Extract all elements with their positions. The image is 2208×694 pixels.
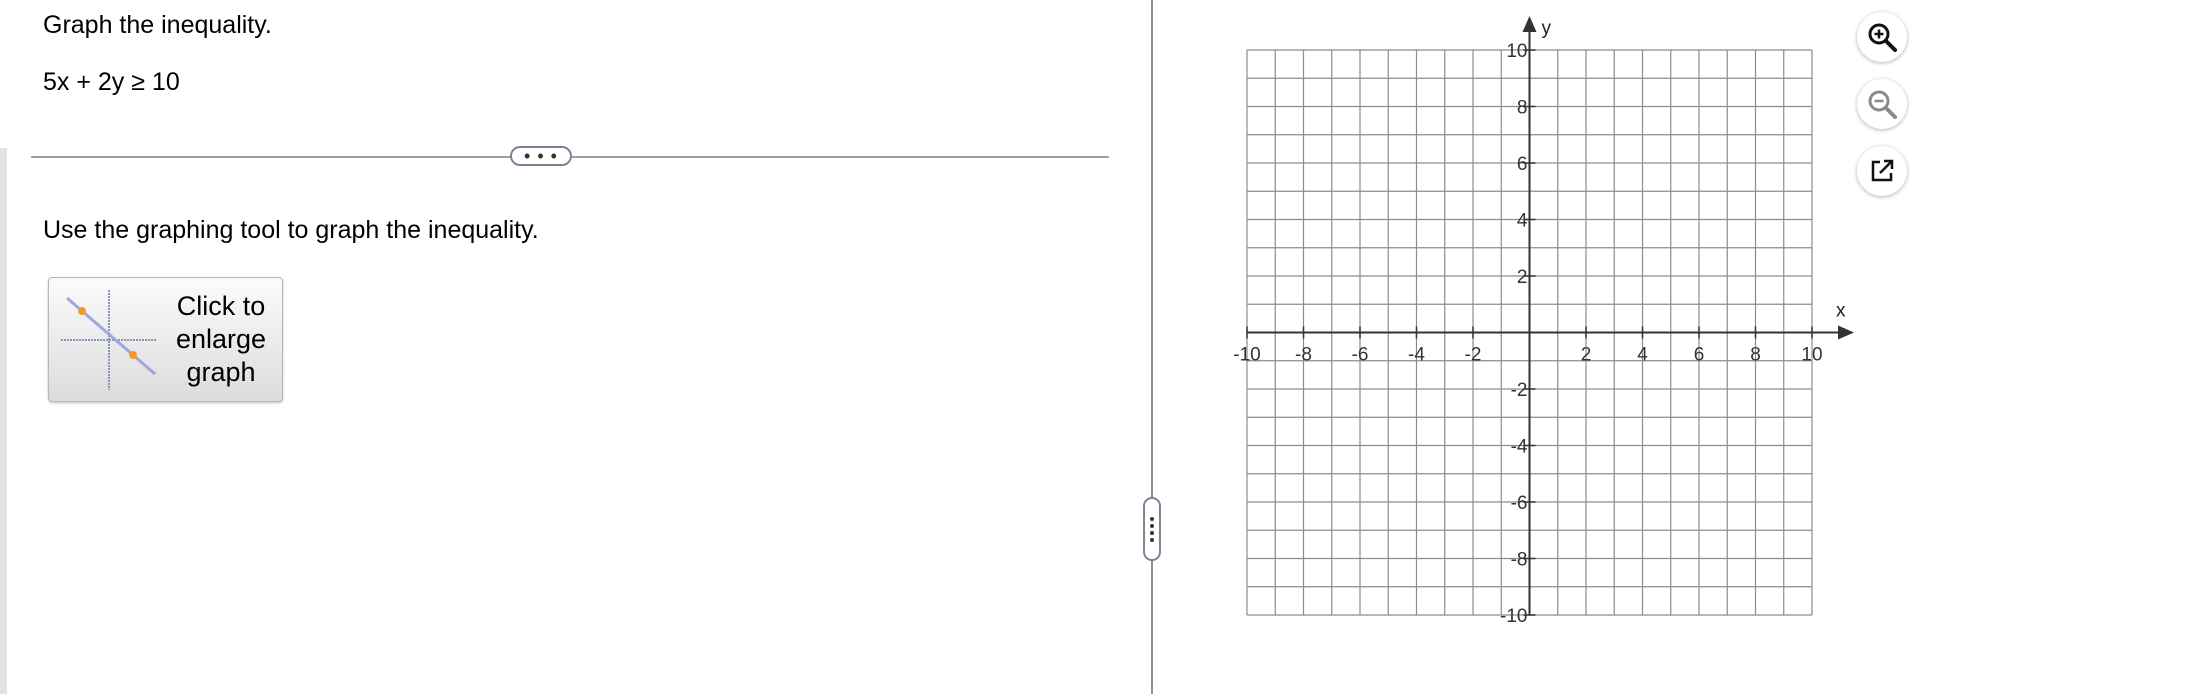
- coordinate-graph[interactable]: x y -10 -8 -6 -4 -2 2 4 6 8 10 10 8 6 4 2 -2 -4 -6 -8 -10: [1200, 0, 1900, 694]
- x-tick-label: -4: [1408, 345, 1425, 366]
- x-tick-label: -10: [1233, 345, 1260, 366]
- y-tick-label: 2: [1517, 267, 1528, 288]
- x-tick-label: 6: [1694, 345, 1705, 366]
- pane-resize-handle[interactable]: [1143, 497, 1161, 561]
- y-tick-label: 4: [1517, 211, 1528, 232]
- y-tick-label: -2: [1511, 380, 1528, 401]
- y-axis-arrow: [1522, 16, 1537, 32]
- enlarge-graph-label: Click to enlarge graph: [175, 291, 267, 387]
- x-tick-label: 8: [1750, 345, 1761, 366]
- popout-button[interactable]: [1857, 146, 1907, 196]
- question-prompt: Graph the inequality.: [43, 11, 272, 39]
- x-tick-label: 4: [1637, 345, 1648, 366]
- y-tick-label: 10: [1506, 41, 1527, 62]
- x-axis-label: x: [1836, 301, 1846, 322]
- y-tick-label: 6: [1517, 154, 1528, 175]
- y-tick-label: -6: [1511, 493, 1528, 514]
- y-tick-label: -8: [1511, 550, 1528, 571]
- x-axis-arrow: [1838, 325, 1854, 340]
- x-tick-label: -8: [1295, 345, 1312, 366]
- x-tick-label: 2: [1581, 345, 1592, 366]
- vertical-divider: [1151, 0, 1153, 694]
- enlarge-graph-button[interactable]: Click to enlarge graph: [48, 277, 283, 402]
- x-tick-label: -2: [1465, 345, 1482, 366]
- x-tick-label: -6: [1352, 345, 1369, 366]
- x-tick-label: 10: [1801, 345, 1822, 366]
- y-tick-label: -10: [1500, 606, 1527, 627]
- external-link-icon: [1871, 159, 1894, 182]
- expand-divider-handle[interactable]: • • •: [510, 146, 572, 166]
- y-tick-label: -4: [1511, 437, 1528, 458]
- zoom-out-button[interactable]: [1857, 79, 1907, 129]
- app-root: Graph the inequality. 5x + 2y ≥ 10 • • •…: [0, 0, 2208, 694]
- zoom-out-icon: [1868, 90, 1897, 119]
- zoom-in-icon: [1868, 23, 1897, 52]
- inequality-equation: 5x + 2y ≥ 10: [43, 68, 180, 96]
- y-tick-label: 8: [1517, 98, 1528, 119]
- zoom-in-button[interactable]: [1857, 12, 1907, 62]
- instruction-text: Use the graphing tool to graph the inequ…: [43, 216, 539, 244]
- question-pane: Graph the inequality. 5x + 2y ≥ 10 • • •…: [0, 0, 1150, 694]
- graph-thumbnail-icon: [61, 290, 157, 390]
- y-axis-label: y: [1542, 18, 1552, 39]
